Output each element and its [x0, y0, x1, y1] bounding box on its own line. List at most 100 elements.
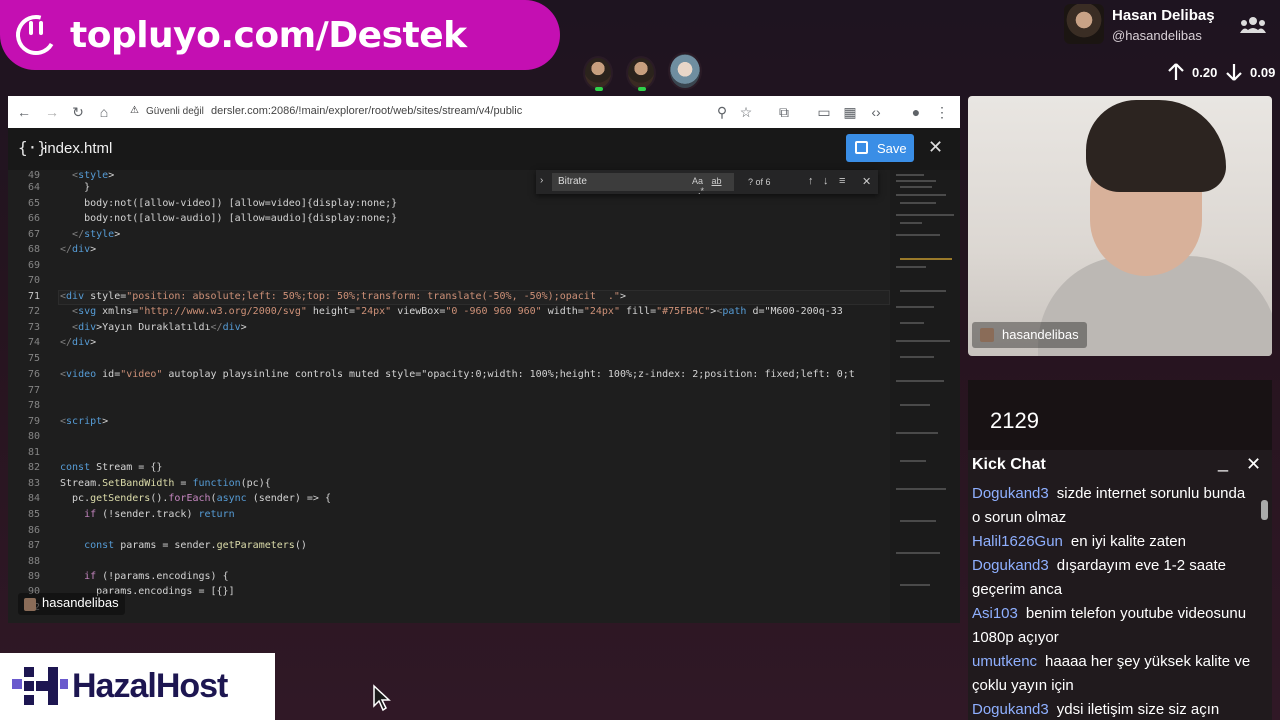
streamer-profile: Hasan Delibaş @hasandelibas: [1064, 4, 1280, 54]
address-bar[interactable]: ⚠ Güvenli değil dersler.com:2086/!main/e…: [120, 99, 790, 125]
viewer-avatar: [626, 56, 656, 91]
code-line[interactable]: <div>Yayın Duraklatıldı</div>: [60, 322, 247, 333]
chat-scrollbar-thumb[interactable]: [1261, 500, 1268, 520]
extensions-icon[interactable]: ⧉: [776, 104, 792, 120]
kick-chat-panel: Kick Chat _ ✕ Dogukand3 sizde internet so…: [968, 450, 1272, 720]
devtools-icon[interactable]: ‹›: [868, 104, 884, 120]
topluyo-logo-icon: [16, 15, 56, 55]
chevron-right-icon[interactable]: ›: [540, 175, 543, 186]
line-number: 66: [27, 213, 40, 224]
line-number: 64: [27, 182, 40, 193]
code-line[interactable]: }: [60, 182, 90, 193]
next-match-icon[interactable]: ↓: [823, 175, 829, 187]
security-label[interactable]: Güvenli değil: [146, 106, 204, 117]
find-query: Bitrate: [558, 176, 587, 187]
find-options[interactable]: Aa ab .*: [692, 176, 734, 196]
find-input[interactable]: Bitrate Aa ab .*: [552, 173, 734, 196]
find-in-selection-icon[interactable]: ≡: [839, 175, 845, 187]
line-number: 83: [27, 478, 40, 489]
line-number: 65: [27, 198, 40, 209]
line-number: 78: [27, 400, 40, 411]
code-line[interactable]: Stream.SetBandWidth = function(pc){: [60, 478, 271, 489]
chat-message: Dogukand3 sizde internet sorunlu bunda o …: [972, 482, 1256, 530]
match-case-toggle[interactable]: Aa: [692, 176, 703, 186]
file-code-icon: {·}: [18, 138, 47, 157]
chat-username[interactable]: Dogukand3: [972, 485, 1049, 502]
code-line[interactable]: <style>: [60, 170, 114, 181]
line-number: 73: [27, 322, 40, 333]
editor-header: {·} index.html Save ✕: [8, 128, 960, 170]
code-line[interactable]: const Stream = {}: [60, 462, 162, 473]
line-number: 69: [27, 260, 40, 271]
code-line[interactable]: <script>: [60, 416, 108, 427]
close-find-icon[interactable]: ✕: [862, 175, 871, 188]
apps-icon[interactable]: ▦: [842, 104, 858, 120]
code-line[interactable]: </div>: [60, 337, 96, 348]
line-number: 77: [27, 385, 40, 396]
minimap[interactable]: [890, 170, 960, 623]
code-line[interactable]: pc.getSenders().forEach(async (sender) =…: [60, 493, 331, 504]
find-widget: › Bitrate Aa ab .* ? of 6 ↑ ↓ ≡ ✕: [536, 170, 878, 196]
menu-icon[interactable]: ⋮: [934, 104, 950, 120]
arrow-up-icon: [1168, 63, 1184, 80]
line-number: 71: [27, 291, 40, 302]
code-line[interactable]: <svg xmlns="http://www.w3.org/2000/svg" …: [60, 306, 843, 317]
chat-username[interactable]: Dogukand3: [972, 557, 1049, 574]
bandwidth-stats: 0.20 0.09: [1166, 62, 1280, 82]
line-number: 89: [27, 571, 40, 582]
line-number: 81: [27, 447, 40, 458]
chat-title: Kick Chat: [972, 456, 1046, 473]
promo-text: topluyo.com/Destek: [70, 14, 467, 56]
line-number: 70: [27, 275, 40, 286]
profile-icon[interactable]: ●: [908, 104, 924, 120]
screen-share-label: hasandelibas: [18, 593, 125, 615]
chat-username[interactable]: umutkenc: [972, 653, 1037, 670]
back-icon[interactable]: ←: [16, 104, 32, 120]
zoom-icon[interactable]: ⚲: [714, 104, 730, 120]
save-button-label: Save: [877, 141, 907, 156]
close-icon[interactable]: ✕: [1246, 454, 1261, 475]
reload-icon[interactable]: ↻: [70, 104, 86, 120]
code-line[interactable]: const params = sender.getParameters(): [60, 540, 307, 551]
code-line[interactable]: if (!sender.track) return: [60, 509, 235, 520]
code-line[interactable]: body:not([allow-video]) [allow=video]{di…: [60, 198, 397, 209]
chat-username[interactable]: Halil1626Gun: [972, 533, 1063, 550]
reading-mode-icon[interactable]: ▭: [816, 104, 832, 120]
streamer-handle: @hasandelibas: [1112, 28, 1202, 43]
bookmark-star-icon[interactable]: ☆: [738, 104, 754, 120]
chat-username[interactable]: Asi103: [972, 605, 1018, 622]
save-button[interactable]: Save: [846, 134, 914, 162]
code-editor[interactable]: 49 <style> 64 } 65 body:not([allow-video])…: [8, 170, 890, 623]
close-icon[interactable]: ✕: [928, 137, 943, 158]
code-line[interactable]: <div style="position: absolute;left: 50%…: [60, 291, 626, 302]
streamer-name: Hasan Delibaş: [1112, 7, 1215, 24]
regex-toggle[interactable]: .*: [698, 186, 704, 196]
browser-toolbar: ← → ↻ ⌂ ⚠ Güvenli değil dersler.com:2086…: [8, 96, 960, 128]
line-number: 85: [27, 509, 40, 520]
avatar: [1064, 4, 1104, 44]
url-text[interactable]: dersler.com:2086/!main/explorer/root/web…: [211, 105, 522, 117]
chat-username[interactable]: Dogukand3: [972, 701, 1049, 718]
chat-message-text: en iyi kalite zaten: [1070, 533, 1186, 550]
code-line[interactable]: <video id="video" autoplay playsinline c…: [60, 369, 855, 380]
webcam-label: hasandelibas: [972, 322, 1087, 348]
screen-share-name: hasandelibas: [42, 595, 119, 610]
minimize-icon[interactable]: _: [1218, 452, 1228, 473]
arrow-down-icon: [1226, 64, 1242, 81]
match-count: ? of 6: [748, 177, 771, 187]
forward-icon[interactable]: →: [44, 104, 60, 120]
code-line[interactable]: </style>: [60, 229, 120, 240]
code-line[interactable]: </div>: [60, 244, 96, 255]
line-number: 87: [27, 540, 40, 551]
viewer-avatar: [668, 52, 702, 90]
line-number: 75: [27, 353, 40, 364]
home-icon[interactable]: ⌂: [96, 104, 112, 120]
warning-icon[interactable]: ⚠: [130, 105, 139, 116]
users-icon[interactable]: [1240, 16, 1266, 34]
line-number: 80: [27, 431, 40, 442]
code-line[interactable]: if (!params.encodings) {: [60, 571, 229, 582]
code-line[interactable]: body:not([allow-audio]) [allow=audio]{di…: [60, 213, 397, 224]
download-rate: 0.09: [1250, 65, 1276, 80]
whole-word-toggle[interactable]: ab: [712, 176, 722, 186]
previous-match-icon[interactable]: ↑: [808, 175, 814, 187]
